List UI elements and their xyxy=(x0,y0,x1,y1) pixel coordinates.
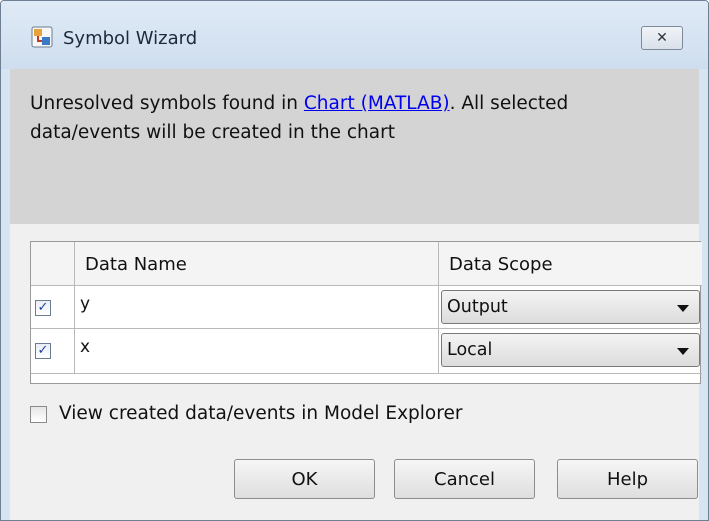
message-prefix: Unresolved symbols found in xyxy=(30,93,304,114)
data-name-cell: x xyxy=(80,337,91,357)
table-row-select: ✓ xyxy=(31,286,75,329)
ok-button[interactable]: OK xyxy=(234,459,375,499)
row-checkbox[interactable]: ✓ xyxy=(35,343,51,359)
window-title: Symbol Wizard xyxy=(63,28,198,49)
cancel-button[interactable]: Cancel xyxy=(394,459,535,499)
chart-link[interactable]: Chart (MATLAB) xyxy=(304,93,450,114)
table-row-scope: Output xyxy=(439,286,702,329)
view-in-explorer-label[interactable]: View created data/events in Model Explor… xyxy=(59,403,462,424)
data-name-cell: y xyxy=(80,294,91,314)
dropdown-arrow-icon xyxy=(677,305,689,312)
close-button[interactable]: ✕ xyxy=(641,26,683,50)
scope-value: Local xyxy=(447,340,493,360)
check-icon: ✓ xyxy=(37,300,49,315)
scope-dropdown[interactable]: Local xyxy=(441,333,700,367)
close-icon: ✕ xyxy=(656,30,668,46)
table-row-select: ✓ xyxy=(31,329,75,374)
table-row-scope: Local xyxy=(439,329,702,374)
help-button[interactable]: Help xyxy=(557,459,698,499)
scope-value: Output xyxy=(447,297,508,317)
symbols-table: Data Name Data Scope ✓ y Output ✓ x Loca… xyxy=(30,241,702,384)
scope-dropdown[interactable]: Output xyxy=(441,290,700,324)
dropdown-arrow-icon xyxy=(677,348,689,355)
table-row-name[interactable]: y xyxy=(75,286,439,329)
header-select xyxy=(31,242,75,286)
stateflow-app-icon xyxy=(31,26,53,48)
header-data-name[interactable]: Data Name xyxy=(75,242,439,286)
row-checkbox[interactable]: ✓ xyxy=(35,300,51,316)
table-row-name[interactable]: x xyxy=(75,329,439,374)
header-data-scope[interactable]: Data Scope xyxy=(439,242,702,286)
check-icon: ✓ xyxy=(37,343,49,358)
unresolved-message: Unresolved symbols found in Chart (MATLA… xyxy=(30,89,670,147)
title-bar[interactable]: Symbol Wizard ✕ xyxy=(1,1,708,69)
symbol-wizard-dialog: Symbol Wizard ✕ Unresolved symbols found… xyxy=(0,0,709,521)
view-in-explorer-checkbox[interactable] xyxy=(30,406,47,423)
